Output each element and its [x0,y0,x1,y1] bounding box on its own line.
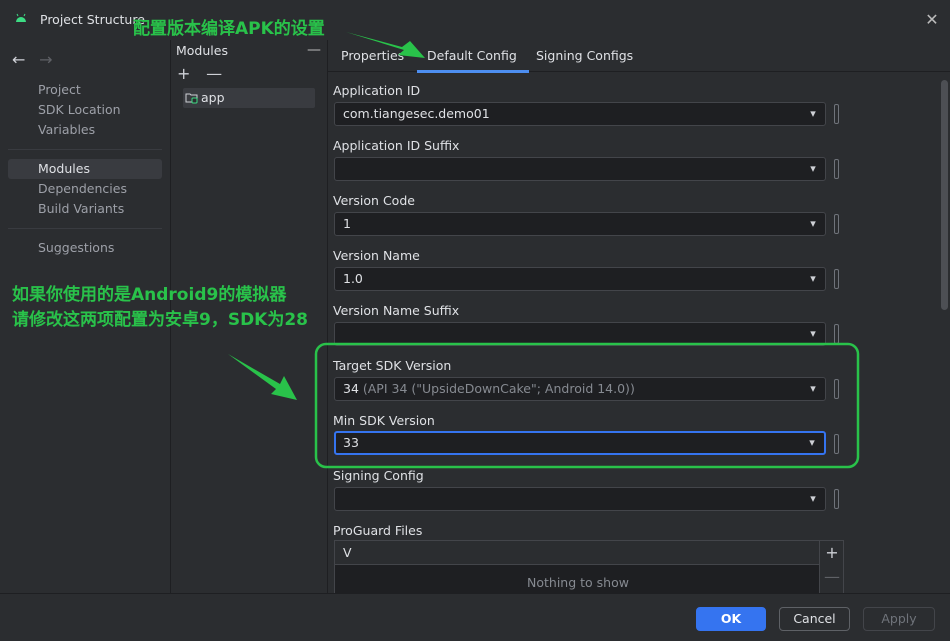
nav-item-sdk-location[interactable]: SDK Location [8,100,162,120]
back-arrow-icon[interactable]: ← [12,50,34,69]
min-sdk-label: Min SDK Version [333,413,435,428]
nav-item-build-variants[interactable]: Build Variants [8,199,162,219]
module-item-app[interactable]: app [183,88,315,108]
window-title: Project Structure [40,12,145,27]
version-name-suffix-combo[interactable]: ▾ [334,322,826,346]
annotation-left-note-line2: 请修改这两项配置为安卓9，SDK为28 [12,310,309,330]
nav-item-suggestions[interactable]: Suggestions [8,238,162,258]
nav-divider [8,228,162,229]
module-folder-icon [185,93,198,104]
nav-divider [8,149,162,150]
proguard-column-header[interactable]: V [335,541,821,565]
remove-module-icon[interactable]: — [206,64,230,83]
version-name-value: 1.0 [343,271,363,286]
application-id-combo[interactable]: com.tiangesec.demo01 ▾ [334,102,826,126]
modules-toolbar: + — [177,64,230,83]
variable-button[interactable] [834,324,839,344]
variable-button[interactable] [834,434,839,454]
nav-item-dependencies[interactable]: Dependencies [8,179,162,199]
empty-state-text: Nothing to show [527,575,629,590]
version-name-combo[interactable]: 1.0 ▾ [334,267,826,291]
apply-button: Apply [863,607,935,631]
chevron-down-icon[interactable]: ▾ [801,323,825,345]
chevron-down-icon[interactable]: ▾ [801,213,825,235]
signing-config-label: Signing Config [333,468,424,483]
chevron-down-icon[interactable]: ▾ [801,488,825,510]
chevron-down-icon[interactable]: ▾ [801,103,825,125]
application-id-suffix-combo[interactable]: ▾ [334,157,826,181]
config-tabs: Properties Default Config Signing Config… [328,40,950,73]
application-id-suffix-label: Application ID Suffix [333,138,460,153]
history-arrows: ← → [12,50,61,69]
remove-file-icon: — [824,567,840,586]
add-module-icon[interactable]: + [177,64,201,83]
nav-item-project[interactable]: Project [8,80,162,100]
target-sdk-label: Target SDK Version [333,358,452,373]
android-icon [16,13,26,22]
modules-header: Modules [176,43,228,58]
min-sdk-combo[interactable]: 33 ▾ [334,431,826,455]
variable-button[interactable] [834,379,839,399]
min-sdk-value: 33 [343,435,359,450]
annotation-top-note: 配置版本编译APK的设置 [133,19,325,39]
module-label: app [201,90,225,105]
chevron-down-icon[interactable]: ▾ [801,378,825,400]
tab-default-config[interactable]: Default Config [417,48,529,73]
nav-item-variables[interactable]: Variables [8,120,162,140]
tab-signing-configs[interactable]: Signing Configs [536,48,633,63]
cancel-button[interactable]: Cancel [779,607,850,631]
variable-button[interactable] [834,104,839,124]
proguard-files-table[interactable]: V Nothing to show + — [334,540,844,593]
version-code-combo[interactable]: 1 ▾ [334,212,826,236]
version-code-value: 1 [343,216,351,231]
close-icon[interactable]: ✕ [924,12,940,28]
chevron-down-icon[interactable]: ▾ [801,268,825,290]
version-code-label: Version Code [333,193,415,208]
chevron-down-icon[interactable]: ▾ [800,433,824,453]
version-name-label: Version Name [333,248,420,263]
proguard-files-label: ProGuard Files [333,523,423,538]
ok-button[interactable]: OK [696,607,766,631]
chevron-down-icon[interactable]: ▾ [801,158,825,180]
variable-button[interactable] [834,489,839,509]
proguard-toolbar: + — [819,541,843,593]
application-id-value: com.tiangesec.demo01 [343,106,490,121]
forward-arrow-icon: → [39,50,53,69]
module-config-panel: Properties Default Config Signing Config… [328,40,950,593]
vertical-scrollbar[interactable] [941,80,948,310]
variable-button[interactable] [834,269,839,289]
nav-item-modules[interactable]: Modules [8,159,162,179]
target-sdk-combo[interactable]: 34 (API 34 ("UpsideDownCake"; Android 14… [334,377,826,401]
dialog-footer: OK Cancel Apply [0,593,950,641]
application-id-label: Application ID [333,83,421,98]
target-sdk-hint: (API 34 ("UpsideDownCake"; Android 14.0)… [358,381,635,396]
variable-button[interactable] [834,159,839,179]
default-config-form: Application ID com.tiangesec.demo01 ▾ Ap… [328,73,940,593]
target-sdk-value: 34 [343,381,359,396]
add-file-icon[interactable]: + [820,541,844,565]
variable-button[interactable] [834,214,839,234]
minimize-icon[interactable]: — [307,42,321,58]
signing-config-combo[interactable]: ▾ [334,487,826,511]
tab-properties[interactable]: Properties [341,48,404,63]
version-name-suffix-label: Version Name Suffix [333,303,460,318]
annotation-left-note-line1: 如果你使用的是Android9的模拟器 [12,285,287,305]
